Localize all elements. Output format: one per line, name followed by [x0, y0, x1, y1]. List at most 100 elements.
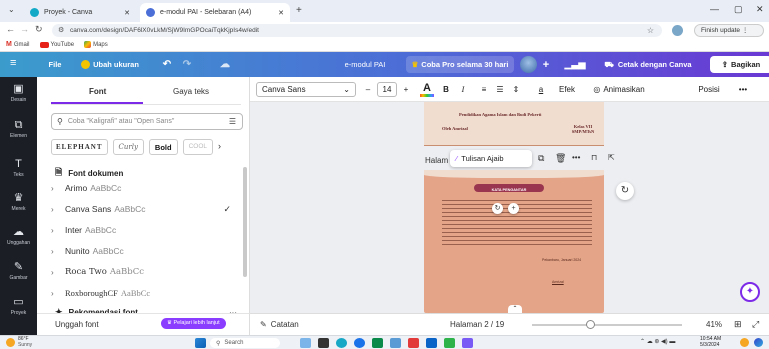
page-title-label[interactable]: Halam	[425, 156, 448, 165]
fullscreen-icon[interactable]: ⤢	[752, 319, 759, 330]
forward-icon[interactable]: →	[20, 24, 29, 34]
expand-chevron-icon[interactable]: ›	[51, 247, 65, 256]
chrome-icon[interactable]	[354, 338, 365, 348]
font-item-roca-two[interactable]: › Roca Two AaBbCc	[51, 264, 231, 280]
design-canvas[interactable]: Pendidikan Agama Islam dan Budi Pekerti …	[250, 102, 769, 313]
page-indicator[interactable]: Halaman 2 / 19	[450, 320, 504, 329]
font-item-nunito[interactable]: › Nunito AaBbCc	[51, 243, 231, 259]
share-button[interactable]: ⇪ Bagikan	[710, 56, 769, 73]
photos-icon[interactable]	[390, 338, 401, 348]
font-item-canva-sans[interactable]: › Canva Sans AaBbCc ✓	[51, 201, 231, 217]
tray-icons[interactable]: ⌃ ☁ ⊛ ◀) ▬	[640, 338, 675, 345]
element-rotate-handle[interactable]: +	[508, 203, 519, 214]
rail-item-design[interactable]: ▣ Desain	[0, 84, 37, 104]
expand-chevron-icon[interactable]: ›	[51, 184, 65, 193]
upload-font-label[interactable]: Unggah font	[55, 320, 99, 329]
notification-icon[interactable]	[740, 338, 749, 347]
zoom-slider-thumb[interactable]	[586, 320, 595, 329]
app2-icon[interactable]	[462, 338, 473, 348]
tab-search-chevron-icon[interactable]: ⌄	[8, 5, 15, 14]
font-size-decrease-button[interactable]: –	[362, 82, 374, 97]
rail-item-elements[interactable]: ⧉ Elemen	[0, 120, 37, 140]
taskbar-search[interactable]: ⚲ Search	[210, 338, 280, 348]
more-options-button[interactable]: •••	[734, 82, 752, 97]
app-icon[interactable]	[444, 338, 455, 348]
expand-chevron-icon[interactable]: ›	[51, 205, 65, 214]
font-item-inter[interactable]: › Inter AaBbCc	[51, 222, 231, 238]
document-title[interactable]: e-modul PAI	[330, 56, 400, 73]
filter-icon[interactable]: ☰	[229, 117, 236, 126]
canvas-scroll-handle[interactable]: ⌃	[508, 305, 522, 313]
style-chip-bold[interactable]: Bold	[148, 139, 178, 155]
windows-start-icon[interactable]	[195, 338, 206, 348]
bookmark-gmail[interactable]: M Gmail	[6, 41, 30, 48]
add-collaborator-icon[interactable]: +	[540, 56, 552, 73]
store-icon[interactable]	[372, 338, 383, 348]
weather-icon[interactable]	[6, 338, 15, 347]
undo-icon[interactable]: ↶	[160, 56, 174, 73]
copilot-icon[interactable]	[754, 338, 763, 347]
style-chip-elephant[interactable]: ELEPHANT	[51, 139, 108, 155]
spacing-icon[interactable]: ⇕	[510, 82, 522, 97]
tab-text-style[interactable]: Gaya teks	[173, 87, 209, 96]
expand-chevron-icon[interactable]: ›	[51, 268, 65, 277]
font-search-input[interactable]: ⚲ Coba "Kaligrafi" atau "Open Sans" ☰	[51, 113, 243, 130]
chips-next-icon[interactable]: ›	[218, 139, 221, 155]
tab-font[interactable]: Font	[89, 87, 106, 96]
finish-update-button[interactable]: Finish update ⋮	[694, 24, 764, 37]
font-size-increase-button[interactable]: +	[400, 82, 412, 97]
files-icon[interactable]	[408, 338, 419, 348]
style-chip-cool[interactable]: COOL	[182, 139, 214, 155]
font-item-roxborough[interactable]: › RoxboroughCF AaBbCc	[51, 285, 231, 301]
task-view-icon[interactable]	[318, 338, 329, 348]
widgets-icon[interactable]	[300, 338, 311, 348]
font-item-arimo[interactable]: › Arimo AaBbCc	[51, 180, 231, 196]
file-menu-button[interactable]: File	[44, 56, 66, 73]
cloud-save-icon[interactable]: ☁	[218, 56, 232, 73]
try-pro-button[interactable]: ♛ Coba Pro selama 30 hari	[406, 56, 514, 73]
previous-page[interactable]: Pendidikan Agama Islam dan Budi Pekerti …	[424, 102, 604, 146]
font-family-dropdown[interactable]: Canva Sans ⌄	[256, 82, 356, 97]
font-size-input[interactable]: 14	[377, 82, 397, 97]
resize-button[interactable]: Ubah ukuran	[70, 56, 150, 73]
style-chip-curly[interactable]: Curly	[112, 139, 144, 155]
effects-button[interactable]: Efek	[555, 82, 579, 97]
bookmark-youtube[interactable]: YouTube	[39, 41, 74, 48]
print-with-canva-button[interactable]: ⛟ Cetak dengan Canva	[592, 56, 704, 73]
add-page-icon[interactable]: ⇱	[608, 153, 615, 162]
current-page[interactable]: KATA PENGANTAR + ↻ Pekanbaru, Januari 20…	[424, 170, 604, 313]
redo-icon[interactable]: ↷	[180, 56, 194, 73]
refresh-design-button[interactable]: ↻	[616, 182, 634, 200]
notes-button[interactable]: ✎ Catatan	[260, 320, 299, 329]
learn-more-button[interactable]: ♛ Pelajari lebih lanjut	[161, 318, 226, 329]
close-window-icon[interactable]: ✕	[756, 4, 764, 15]
tab-proyek[interactable]: Proyek - Canva ✕	[24, 3, 136, 22]
insights-chart-icon[interactable]: ▁▃▅	[565, 56, 586, 73]
align-center-icon[interactable]: ≡	[478, 82, 490, 97]
tab-close-icon[interactable]: ✕	[124, 9, 130, 17]
url-input[interactable]: ⚙ canva.com/design/DAF6lX0vLkM/SjW9ImGPO…	[52, 24, 662, 37]
delete-page-icon[interactable]: 🗑	[555, 153, 566, 164]
expand-chevron-icon[interactable]: ›	[51, 289, 65, 298]
animate-button[interactable]: ◎ Animasikan	[586, 82, 652, 97]
uppercase-icon[interactable]: a	[535, 82, 547, 97]
rail-item-text[interactable]: T Teks	[0, 159, 37, 179]
page-more-icon[interactable]: •••	[572, 153, 580, 162]
site-info-icon[interactable]: ⚙	[58, 24, 64, 37]
rail-item-brand[interactable]: ♛ Merek	[0, 193, 37, 213]
minimize-icon[interactable]: —	[710, 4, 719, 14]
bold-icon[interactable]: B	[440, 82, 452, 97]
title-banner[interactable]: KATA PENGANTAR	[474, 184, 544, 192]
rail-item-projects[interactable]: ▭ Proyek	[0, 297, 37, 317]
tab-close-icon[interactable]: ✕	[278, 9, 284, 17]
zoom-level[interactable]: 41%	[706, 320, 722, 329]
bookmark-star-icon[interactable]: ☆	[647, 24, 654, 37]
user-avatar[interactable]	[520, 56, 537, 73]
page-lock-icon[interactable]: ⊓	[591, 153, 597, 162]
duplicate-page-icon[interactable]: ⧉	[538, 153, 544, 164]
mail-icon[interactable]	[426, 338, 437, 348]
expand-chevron-icon[interactable]: ›	[51, 226, 65, 235]
panel-scrollbar[interactable]	[243, 167, 247, 277]
maximize-icon[interactable]: ▢	[734, 4, 743, 15]
tab-emodul[interactable]: e-modul PAI - Selebaran (A4) ✕	[140, 3, 290, 22]
